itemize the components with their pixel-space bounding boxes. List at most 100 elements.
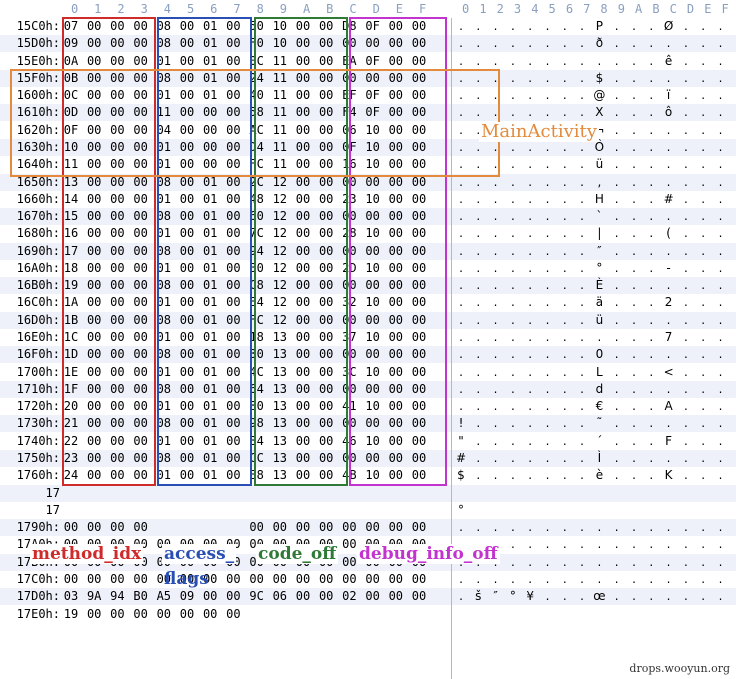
ascii-char-cell[interactable]: . (713, 364, 729, 381)
ascii-char-cell[interactable]: . (609, 346, 625, 363)
ascii-char-cell[interactable]: ï (661, 87, 677, 104)
ascii-char-cell[interactable]: . (505, 554, 521, 571)
ascii-char-cell[interactable]: . (695, 191, 711, 208)
ascii-char-cell[interactable]: . (713, 536, 729, 553)
ascii-char-cell[interactable]: . (591, 53, 607, 70)
ascii-char-cell[interactable]: . (678, 243, 694, 260)
ascii-char-cell[interactable]: . (643, 467, 659, 484)
ascii-char-cell[interactable]: . (678, 415, 694, 432)
ascii-char-cell[interactable]: . (626, 398, 642, 415)
ascii-char-cell[interactable]: . (626, 208, 642, 225)
ascii-char-cell[interactable]: . (522, 87, 538, 104)
ascii-char-cell[interactable]: . (643, 277, 659, 294)
hex-byte-cell[interactable] (154, 502, 174, 519)
ascii-char-cell[interactable]: . (557, 312, 573, 329)
ascii-char-cell[interactable]: . (505, 433, 521, 450)
ascii-char-cell[interactable]: . (713, 208, 729, 225)
ascii-char-cell[interactable] (488, 485, 504, 502)
ascii-char-cell[interactable]: . (695, 571, 711, 588)
ascii-char-cell[interactable]: . (557, 35, 573, 52)
ascii-char-cell[interactable]: . (574, 329, 590, 346)
ascii-char-cell[interactable]: . (695, 174, 711, 191)
ascii-char-cell[interactable]: . (695, 398, 711, 415)
ascii-char-cell[interactable]: . (505, 35, 521, 52)
ascii-char-cell[interactable]: ü (591, 312, 607, 329)
ascii-char-cell[interactable]: . (557, 381, 573, 398)
ascii-char-cell[interactable]: . (626, 519, 642, 536)
ascii-char-cell[interactable]: . (574, 571, 590, 588)
ascii-char-cell[interactable]: . (470, 191, 486, 208)
ascii-char-cell[interactable]: . (505, 18, 521, 35)
ascii-char-cell[interactable] (470, 606, 486, 623)
hex-byte-cell[interactable]: 00 (61, 571, 81, 588)
ascii-char-cell[interactable]: € (591, 398, 607, 415)
ascii-char-cell[interactable]: . (557, 536, 573, 553)
hex-byte-cell[interactable]: 00 (200, 588, 220, 605)
ascii-char-cell[interactable]: . (678, 260, 694, 277)
ascii-char-cell[interactable]: P (591, 18, 607, 35)
ascii-char-cell[interactable]: . (505, 243, 521, 260)
ascii-char-cell[interactable]: . (557, 415, 573, 432)
ascii-char-cell[interactable]: . (453, 571, 469, 588)
ascii-char-cell[interactable] (695, 606, 711, 623)
ascii-char-cell[interactable] (557, 606, 573, 623)
ascii-char-cell[interactable]: . (626, 346, 642, 363)
ascii-char-cell[interactable]: . (488, 398, 504, 415)
ascii-char-cell[interactable]: . (522, 450, 538, 467)
ascii-char-cell[interactable]: . (626, 35, 642, 52)
ascii-char-cell[interactable]: . (470, 433, 486, 450)
ascii-char-cell[interactable]: . (574, 381, 590, 398)
ascii-char-cell[interactable]: Ì (591, 450, 607, 467)
ascii-char-cell[interactable]: . (695, 139, 711, 156)
ascii-char-cell[interactable]: . (453, 35, 469, 52)
ascii-char-cell[interactable]: . (540, 450, 556, 467)
ascii-char-cell[interactable]: . (453, 381, 469, 398)
ascii-char-cell[interactable]: . (661, 415, 677, 432)
ascii-char-cell[interactable]: . (522, 519, 538, 536)
hex-byte-cell[interactable]: 00 (84, 606, 104, 623)
ascii-char-cell[interactable]: . (626, 53, 642, 70)
ascii-char-cell[interactable]: . (643, 70, 659, 87)
ascii-char-cell[interactable]: ! (453, 415, 469, 432)
ascii-char-cell[interactable]: . (488, 467, 504, 484)
hex-byte-cell[interactable]: 00 (270, 571, 290, 588)
ascii-char-cell[interactable] (678, 485, 694, 502)
ascii-char-cell[interactable] (488, 502, 504, 519)
ascii-char-cell[interactable]: . (609, 243, 625, 260)
ascii-char-cell[interactable]: . (470, 53, 486, 70)
ascii-char-cell[interactable]: . (591, 329, 607, 346)
ascii-char-cell[interactable] (609, 502, 625, 519)
ascii-char-cell[interactable]: . (643, 104, 659, 121)
hex-byte-cell[interactable] (177, 502, 197, 519)
hex-byte-cell[interactable] (409, 485, 429, 502)
ascii-char-cell[interactable]: . (695, 122, 711, 139)
ascii-char-cell[interactable]: . (609, 122, 625, 139)
ascii-char-cell[interactable]: . (574, 243, 590, 260)
ascii-char-cell[interactable]: . (505, 191, 521, 208)
ascii-char-cell[interactable]: . (522, 53, 538, 70)
ascii-char-cell[interactable]: . (505, 364, 521, 381)
ascii-char-cell[interactable] (505, 606, 521, 623)
hex-byte-cell[interactable]: 00 (200, 606, 220, 623)
ascii-char-cell[interactable] (522, 502, 538, 519)
ascii-char-cell[interactable]: . (609, 87, 625, 104)
hex-byte-cell[interactable]: 00 (316, 571, 336, 588)
ascii-char-cell[interactable]: . (470, 467, 486, 484)
ascii-char-cell[interactable] (713, 485, 729, 502)
ascii-char-cell[interactable]: . (540, 346, 556, 363)
ascii-char-cell[interactable]: . (609, 225, 625, 242)
ascii-char-cell[interactable]: . (522, 467, 538, 484)
ascii-char-cell[interactable]: . (505, 294, 521, 311)
ascii-char-cell[interactable] (661, 485, 677, 502)
ascii-char-cell[interactable]: . (505, 381, 521, 398)
ascii-char-cell[interactable]: . (643, 139, 659, 156)
ascii-char-cell[interactable]: . (626, 70, 642, 87)
ascii-char-cell[interactable]: . (591, 554, 607, 571)
ascii-char-cell[interactable]: @ (591, 87, 607, 104)
ascii-char-cell[interactable] (591, 485, 607, 502)
ascii-char-cell[interactable]: . (488, 277, 504, 294)
ascii-char-cell[interactable]: . (470, 381, 486, 398)
ascii-char-cell[interactable]: . (713, 277, 729, 294)
ascii-char-cell[interactable]: . (591, 536, 607, 553)
ascii-char-cell[interactable]: $ (591, 70, 607, 87)
